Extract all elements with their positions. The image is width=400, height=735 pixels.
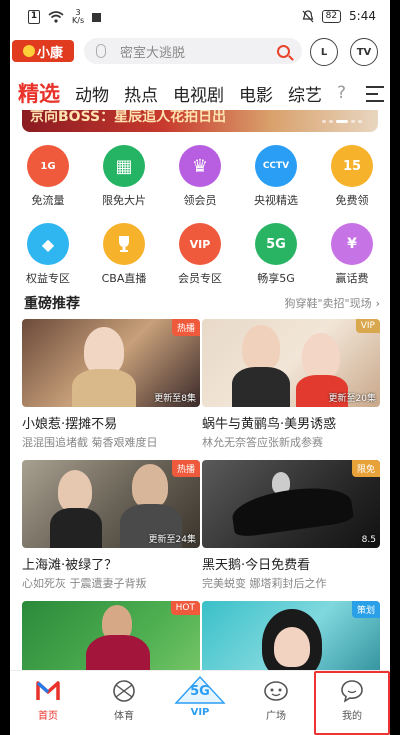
video-thumbnail: 热播 更新至8集 [22, 319, 200, 407]
card-title: 上海滩·被绿了？ [22, 558, 118, 573]
card-subtitle: 心如死灰 于震遭妻子背叛 [22, 577, 147, 590]
episode-update: 更新至20集 [328, 394, 376, 404]
video-card[interactable]: 限免 8.5 黑天鹅·今日免费看 完美蜕变 娜塔莉封后之作 [202, 460, 380, 591]
episode-update: 更新至8集 [154, 394, 196, 404]
rating: 8.5 [361, 535, 376, 545]
nav-home[interactable]: 首页 [10, 671, 86, 735]
mute-icon [302, 9, 314, 22]
section-more-link[interactable]: 狗穿鞋"卖招"现场 › [284, 295, 380, 311]
nav-sports[interactable]: 体育 [86, 671, 162, 735]
nav-plaza[interactable]: 广场 [238, 671, 314, 735]
tab-movies[interactable]: 电影 [239, 81, 273, 106]
card-subtitle: 混混围追堵截 菊香艰难度日 [22, 436, 158, 449]
tab-featured[interactable]: 精选 [18, 78, 60, 108]
episode-update: 更新至24集 [148, 535, 196, 545]
shortcut-free-claim[interactable]: 15 免费领 [314, 145, 390, 223]
card-title: 蜗牛与黄鹂鸟·美男诱惑 [202, 417, 337, 432]
trophy-icon [103, 223, 145, 265]
shortcut-free-data[interactable]: 1G 免流量 [10, 145, 86, 223]
free-data-icon: 1G [27, 145, 69, 187]
card-tag: 策划 [351, 601, 380, 618]
video-card[interactable]: 热播 更新至24集 上海滩·被绿了？ 心如死灰 于震遭妻子背叛 [22, 460, 200, 591]
tab-hot[interactable]: 热点 [124, 81, 158, 106]
shortcut-row: 1G 免流量 ▦ 限免大片 ♛ 领会员 CCTV 央视精选 15 免费领 [10, 145, 390, 223]
profile-button[interactable]: L [310, 38, 338, 66]
shortcut-5g[interactable]: 5G 畅享5G [238, 223, 314, 301]
card-title: 黑天鹅·今日免费看 [202, 558, 311, 573]
shortcut-membership[interactable]: ♛ 领会员 [162, 145, 238, 223]
video-card[interactable]: 热播 更新至8集 小娘惹·摆摊不易 混混围追堵截 菊香艰难度日 [22, 319, 200, 450]
search-placeholder: 密室大逃脱 [120, 45, 186, 61]
microphone-icon[interactable] [96, 44, 106, 58]
video-card[interactable]: VIP 更新至20集 蜗牛与黄鹂鸟·美男诱惑 林允无奈答应张新成参赛 [202, 319, 380, 450]
shortcut-vip-zone[interactable]: VIP 会员专区 [162, 223, 238, 301]
battery-icon: 82 [321, 9, 342, 23]
vip-icon: VIP [179, 223, 221, 265]
sim-icon: 1 [28, 10, 40, 24]
shortcut-phone-credit[interactable]: ¥ 赢话费 [314, 223, 390, 301]
shortcut-rights[interactable]: ◆ 权益专区 [10, 223, 86, 301]
calendar-icon: 15 [331, 145, 373, 187]
home-logo-icon [35, 679, 61, 703]
wifi-icon [48, 11, 64, 23]
card-tag: 限免 [351, 460, 380, 477]
5g-vip-icon: 5G [172, 673, 228, 707]
chat-bubble-icon [339, 679, 365, 703]
card-tag: 热播 [171, 460, 200, 477]
card-tag: HOT [170, 601, 200, 615]
app-logo[interactable]: 小康 [12, 40, 74, 62]
film-icon: ▦ [103, 145, 145, 187]
tv-button[interactable]: TV [350, 38, 378, 66]
square-face-icon [263, 679, 289, 703]
tab-animals[interactable]: 动物 [75, 81, 109, 106]
bottom-navigation: 首页 体育 5G VIP 广场 我的 [10, 670, 390, 735]
card-subtitle: 完美蜕变 娜塔莉封后之作 [202, 577, 327, 590]
clock: 5:44 [349, 9, 376, 23]
notification-icon [92, 12, 102, 22]
card-title: 小娘惹·摆摊不易 [22, 417, 118, 432]
tab-more-partial[interactable]: ? [337, 83, 346, 103]
nav-mine[interactable]: 我的 [314, 671, 390, 735]
phone-icon: ¥ [331, 223, 373, 265]
status-bar: 1 3 K/s 82 5:44 [10, 0, 390, 34]
video-thumbnail: VIP 更新至20集 [202, 319, 380, 407]
logo-ball-icon [22, 45, 35, 57]
tab-variety[interactable]: 综艺 [288, 81, 322, 106]
search-bar[interactable]: 密室大逃脱 [84, 38, 302, 64]
category-tabs: 精选 动物 热点 电视剧 电影 综艺 ? [10, 76, 390, 110]
nav-vip[interactable]: 5G VIP [162, 671, 238, 735]
cctv-icon: CCTV [255, 145, 297, 187]
shortcut-cba[interactable]: CBA直播 [86, 223, 162, 301]
shortcut-cctv[interactable]: CCTV 央视精选 [238, 145, 314, 223]
menu-icon[interactable] [366, 86, 384, 107]
crown-icon: ♛ [179, 145, 221, 187]
5g-icon: 5G [255, 223, 297, 265]
shortcut-row: ◆ 权益专区 CBA直播 VIP 会员专区 5G 畅享5G ¥ 赢话费 [10, 223, 390, 301]
ticket-icon: ◆ [27, 223, 69, 265]
shortcut-grid: 1G 免流量 ▦ 限免大片 ♛ 领会员 CCTV 央视精选 15 免费领 ◆ 权… [10, 145, 390, 301]
shortcut-free-films[interactable]: ▦ 限免大片 [86, 145, 162, 223]
tab-tv-series[interactable]: 电视剧 [173, 81, 224, 106]
video-thumbnail: 限免 8.5 [202, 460, 380, 548]
ball-icon [111, 679, 137, 703]
top-header: 小康 密室大逃脱 L TV [10, 34, 390, 70]
app-screen: 1 3 K/s 82 5:44 小康 密室大逃脱 L TV 精选 动物 热点 电… [10, 0, 390, 735]
search-icon[interactable] [277, 44, 290, 58]
network-speed: 3 K/s [72, 8, 85, 25]
video-thumbnail: 热播 更新至24集 [22, 460, 200, 548]
svg-text:5G: 5G [190, 684, 210, 699]
card-tag: VIP [355, 319, 380, 333]
card-tag: 热播 [171, 319, 200, 336]
promo-banner[interactable]: 京向BOSS：星辰追人花拍日出 [22, 110, 378, 132]
section-title: 重磅推荐 [24, 296, 80, 312]
card-subtitle: 林允无奈答应张新成参赛 [202, 436, 323, 449]
chevron-right-icon: › [375, 297, 380, 310]
banner-pager [322, 120, 362, 123]
